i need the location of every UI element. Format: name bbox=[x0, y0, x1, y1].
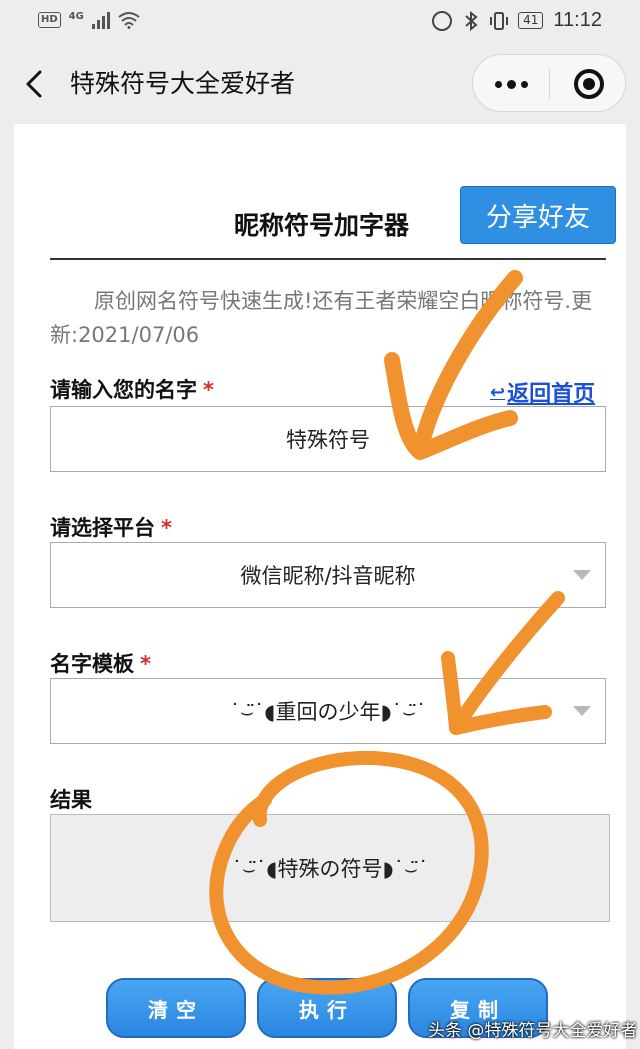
template-select-value: ˙⌣̈˙◖重回の少年◗˙⌣̈˙ bbox=[229, 700, 427, 724]
template-label: 名字模板 * bbox=[50, 648, 151, 678]
name-input[interactable]: 特殊符号 bbox=[50, 406, 606, 472]
hd-badge: HD bbox=[38, 12, 61, 28]
title-divider bbox=[50, 258, 606, 260]
template-select[interactable]: ˙⌣̈˙◖重回の少年◗˙⌣̈˙ bbox=[50, 678, 606, 744]
name-label-text: 请输入您的名字 bbox=[50, 378, 197, 402]
status-right: 41 11:12 bbox=[432, 9, 602, 32]
home-link[interactable]: ↩ 返回首页 bbox=[490, 376, 595, 408]
signal-icon bbox=[91, 11, 110, 29]
return-arrow-icon: ↩ bbox=[490, 381, 506, 403]
required-mark: * bbox=[203, 378, 214, 402]
nav-bar: 特殊符号大全爱好者 bbox=[0, 44, 640, 124]
alarm-icon bbox=[432, 10, 453, 31]
mini-program-capsule bbox=[472, 54, 626, 112]
target-circle-icon bbox=[573, 69, 604, 99]
close-mini-program-button[interactable] bbox=[550, 55, 627, 113]
intro-text: 原创网名符号快速生成!还有王者荣耀空白昵称符号.更新:2021/07/06 bbox=[50, 289, 593, 347]
platform-select[interactable]: 微信昵称/抖音昵称 bbox=[50, 542, 606, 608]
more-button[interactable] bbox=[473, 55, 549, 113]
name-input-value: 特殊符号 bbox=[286, 428, 370, 452]
name-label: 请输入您的名字 * bbox=[50, 374, 214, 404]
template-label-text: 名字模板 bbox=[50, 652, 134, 676]
platform-select-value: 微信昵称/抖音昵称 bbox=[240, 564, 416, 588]
execute-button[interactable]: 执行 bbox=[257, 978, 397, 1038]
status-left: HD 4G bbox=[38, 11, 140, 29]
wifi-icon bbox=[118, 12, 140, 29]
clear-button[interactable]: 清空 bbox=[106, 978, 246, 1038]
back-arrow-icon[interactable] bbox=[20, 66, 52, 102]
page-title: 昵称符号加字器 bbox=[234, 211, 410, 240]
required-mark: * bbox=[140, 652, 151, 676]
main-card: 昵称符号加字器 分享好友 原创网名符号快速生成!还有王者荣耀空白昵称符号.更新:… bbox=[14, 124, 626, 1049]
battery-icon: 41 bbox=[518, 12, 544, 29]
status-bar: HD 4G 41 11:12 bbox=[0, 0, 640, 44]
network-type: 4G bbox=[68, 11, 84, 22]
bluetooth-icon bbox=[465, 10, 478, 31]
result-value: ˙⌣̈˙◖特殊の符号◗˙⌣̈˙ bbox=[231, 857, 429, 881]
dropdown-caret-icon bbox=[573, 706, 591, 716]
more-dots-icon bbox=[494, 80, 502, 88]
dropdown-caret-icon bbox=[573, 570, 591, 580]
watermark: 头条 @特殊符号大全爱好者 bbox=[428, 1021, 638, 1041]
nav-title: 特殊符号大全爱好者 bbox=[70, 69, 296, 98]
required-mark: * bbox=[161, 516, 172, 540]
result-output[interactable]: ˙⌣̈˙◖特殊の符号◗˙⌣̈˙ bbox=[50, 814, 610, 922]
home-link-text: 返回首页 bbox=[507, 382, 596, 407]
vibrate-icon bbox=[490, 11, 509, 30]
share-button[interactable]: 分享好友 bbox=[460, 186, 616, 244]
result-label: 结果 bbox=[50, 788, 92, 812]
platform-label: 请选择平台 * bbox=[50, 512, 172, 542]
platform-label-text: 请选择平台 bbox=[50, 516, 155, 540]
clock: 11:12 bbox=[553, 9, 602, 31]
